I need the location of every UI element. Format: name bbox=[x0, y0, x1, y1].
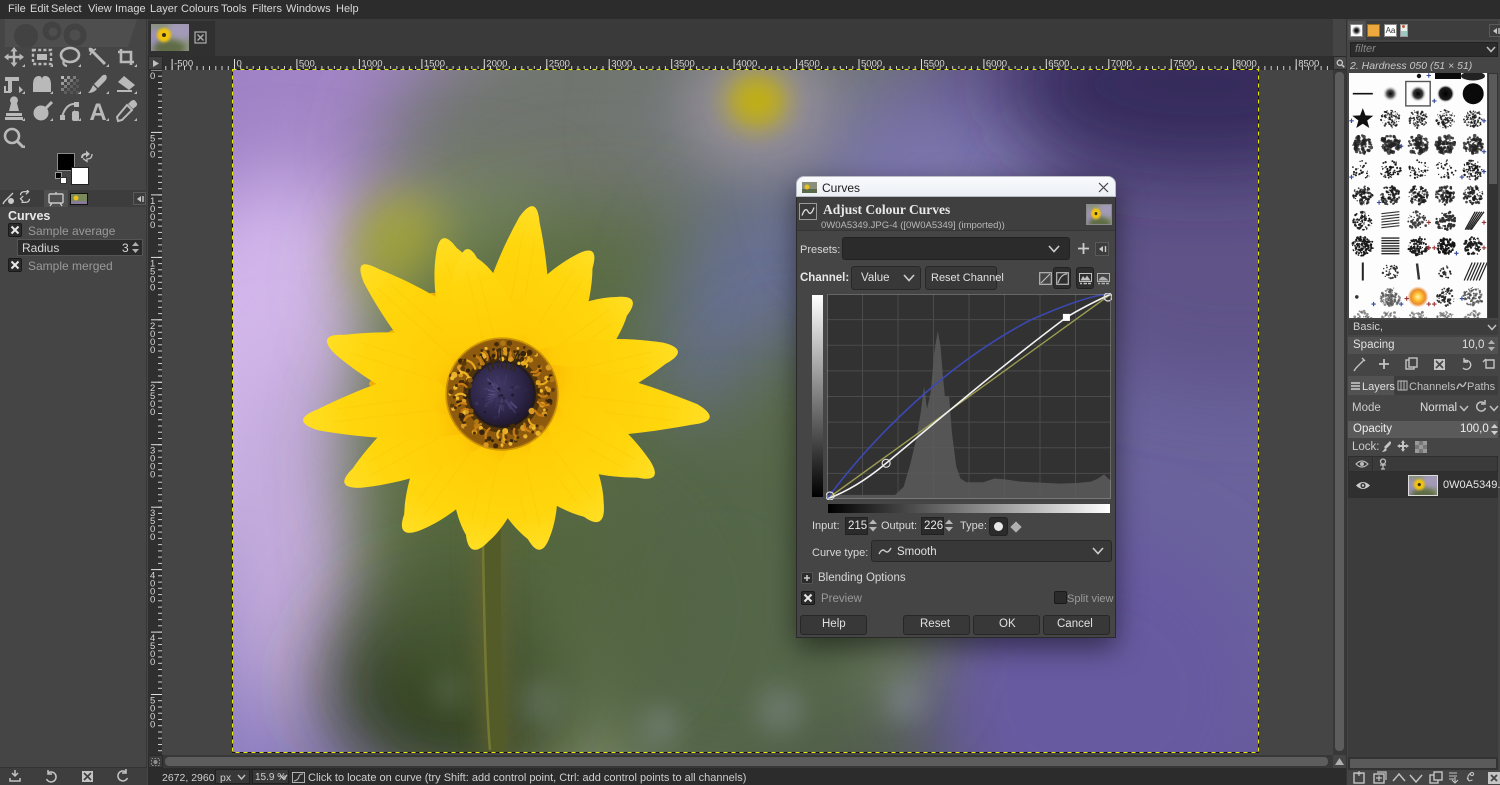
svg-text:3000: 3000 bbox=[611, 59, 632, 70]
svg-text:0: 0 bbox=[150, 720, 155, 731]
svg-text:6500: 6500 bbox=[1048, 59, 1069, 70]
svg-text:8000: 8000 bbox=[1236, 59, 1257, 70]
svg-text:5500: 5500 bbox=[924, 59, 945, 70]
svg-text:5000: 5000 bbox=[861, 59, 882, 70]
svg-text:0: 0 bbox=[150, 71, 155, 82]
svg-text:2500: 2500 bbox=[549, 59, 570, 70]
svg-text:7000: 7000 bbox=[1111, 59, 1132, 70]
svg-text:4000: 4000 bbox=[736, 59, 757, 70]
svg-text:1000: 1000 bbox=[361, 59, 382, 70]
svg-text:2000: 2000 bbox=[486, 59, 507, 70]
svg-text:3500: 3500 bbox=[674, 59, 695, 70]
svg-text:A: A bbox=[89, 99, 106, 126]
svg-text:0: 0 bbox=[150, 470, 155, 481]
svg-text:0: 0 bbox=[150, 282, 155, 293]
svg-text:0: 0 bbox=[150, 595, 155, 606]
svg-text:0: 0 bbox=[150, 345, 155, 356]
svg-text:-500: -500 bbox=[174, 59, 193, 70]
svg-text:1500: 1500 bbox=[424, 59, 445, 70]
svg-text:4500: 4500 bbox=[799, 59, 820, 70]
svg-text:0: 0 bbox=[150, 407, 155, 418]
svg-text:0: 0 bbox=[150, 220, 155, 231]
svg-text:0: 0 bbox=[150, 657, 155, 668]
svg-text:0: 0 bbox=[150, 532, 155, 543]
svg-text:500: 500 bbox=[299, 59, 315, 70]
svg-text:8500: 8500 bbox=[1298, 59, 1319, 70]
svg-text:0: 0 bbox=[237, 59, 242, 70]
svg-text:0: 0 bbox=[150, 149, 155, 160]
svg-text:6000: 6000 bbox=[986, 59, 1007, 70]
svg-text:7500: 7500 bbox=[1173, 59, 1194, 70]
